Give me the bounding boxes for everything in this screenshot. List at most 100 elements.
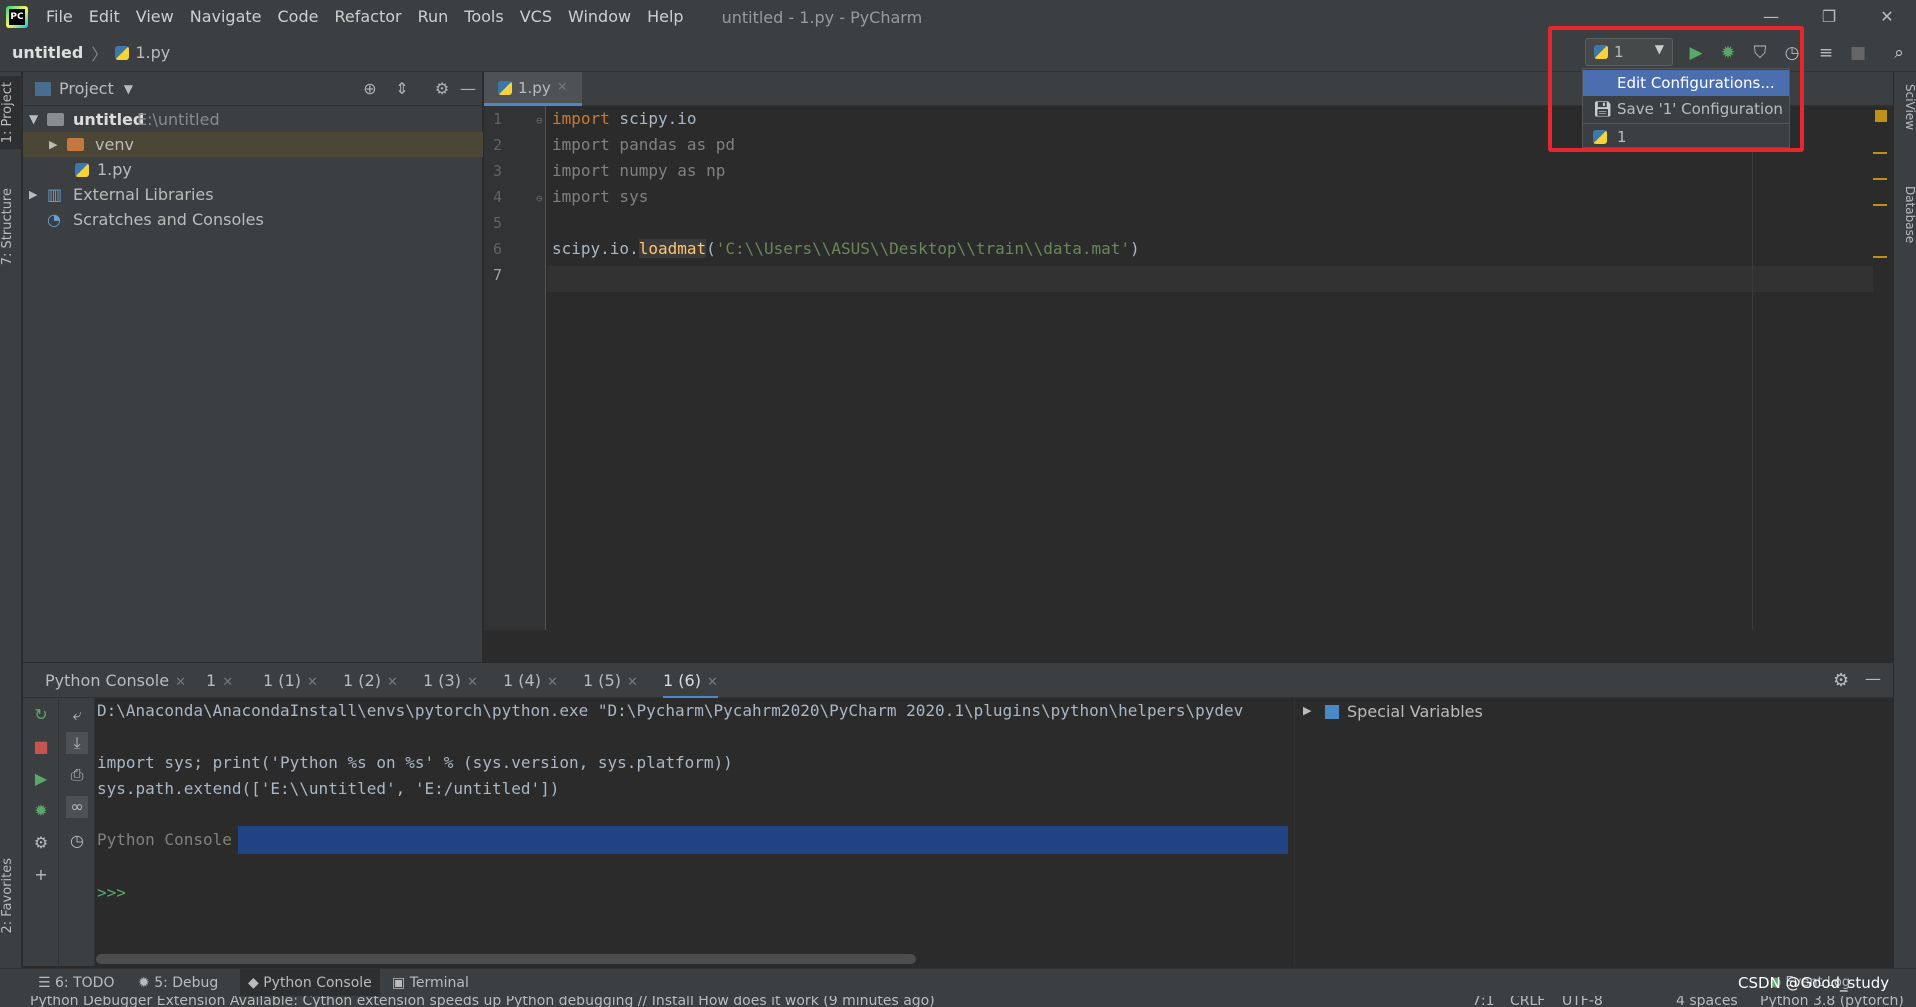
python-console-tool-button[interactable]: ◆ Python Console bbox=[240, 969, 380, 997]
chevron-down-icon[interactable]: ▼ bbox=[124, 82, 133, 96]
console-tab-python-console[interactable]: Python Console ✕ bbox=[45, 663, 186, 699]
locate-file-icon[interactable]: ⊕ bbox=[359, 78, 381, 100]
show-variables-icon[interactable]: ∞ bbox=[66, 796, 88, 818]
hide-panel-icon[interactable]: — bbox=[457, 78, 479, 100]
gear-icon[interactable]: ⚙ bbox=[1833, 670, 1849, 691]
collapsed-arrow-icon[interactable]: ▶ bbox=[49, 132, 57, 157]
caret-position[interactable]: 7:1 bbox=[1472, 996, 1495, 1007]
menu-code[interactable]: Code bbox=[270, 0, 327, 34]
project-tool-tab[interactable]: 1: Project bbox=[0, 76, 22, 150]
warning-indicator-icon[interactable] bbox=[1875, 110, 1887, 122]
console-tab-1[interactable]: 1 ✕ bbox=[206, 663, 233, 699]
console-tab-1-6[interactable]: 1 (6) ✕ bbox=[663, 663, 718, 699]
add-console-icon[interactable]: + bbox=[30, 864, 52, 886]
database-tool-tab[interactable]: Database bbox=[1894, 182, 1916, 247]
tree-item-1py[interactable]: 1.py bbox=[23, 157, 483, 182]
scroll-to-end-icon[interactable]: ⤓ bbox=[66, 732, 88, 754]
tree-item-path: E:\untitled bbox=[137, 110, 220, 129]
sciview-tool-tab[interactable]: SciView bbox=[1894, 80, 1916, 134]
collapse-all-icon[interactable]: ⇕ bbox=[391, 78, 413, 100]
tree-item-label: venv bbox=[95, 135, 134, 154]
tree-item-venv[interactable]: ▶ venv bbox=[23, 132, 483, 157]
project-panel-header: Project ▼ bbox=[23, 72, 482, 106]
red-highlight-box bbox=[1548, 26, 1804, 152]
breadcrumb-separator-icon: 〉 bbox=[91, 44, 108, 64]
menu-vcs[interactable]: VCS bbox=[512, 0, 560, 34]
debug-icon[interactable]: ✹ bbox=[30, 800, 52, 822]
warning-mark[interactable] bbox=[1873, 178, 1887, 180]
console-tab-1-1[interactable]: 1 (1) ✕ bbox=[263, 663, 318, 699]
collapsed-arrow-icon[interactable]: ▶ bbox=[29, 182, 37, 207]
console-prompt[interactable]: >>> bbox=[97, 880, 126, 906]
expanded-arrow-icon[interactable]: ▼ bbox=[29, 107, 38, 132]
python-file-icon bbox=[498, 80, 512, 95]
warning-mark[interactable] bbox=[1873, 256, 1887, 258]
python-file-icon bbox=[75, 163, 89, 177]
hide-panel-icon[interactable]: — bbox=[1865, 669, 1881, 688]
menu-file[interactable]: File bbox=[38, 0, 81, 34]
console-line: import sys; print('Python %s on %s' % (s… bbox=[97, 753, 733, 772]
console-line: D:\Anaconda\AnacondaInstall\envs\pytorch… bbox=[97, 701, 1244, 720]
console-tab-1-5[interactable]: 1 (5) ✕ bbox=[583, 663, 638, 699]
line-separator[interactable]: CRLF bbox=[1510, 996, 1545, 1007]
menu-view[interactable]: View bbox=[128, 0, 182, 34]
menu-window[interactable]: Window bbox=[560, 0, 639, 34]
code-editor[interactable]: import scipy.io import pandas as pd impo… bbox=[547, 106, 1893, 630]
indent-setting[interactable]: 4 spaces bbox=[1676, 996, 1738, 1007]
menu-tools[interactable]: Tools bbox=[456, 0, 511, 34]
settings-icon[interactable]: ⚙ bbox=[30, 832, 52, 854]
console-tab-1-4[interactable]: 1 (4) ✕ bbox=[503, 663, 558, 699]
stop-icon[interactable]: ■ bbox=[30, 736, 52, 758]
todo-tool-button[interactable]: ☰ 6: TODO bbox=[38, 969, 114, 997]
current-line-highlight bbox=[547, 266, 1893, 292]
warning-mark[interactable] bbox=[1873, 152, 1887, 154]
project-view-selector[interactable]: Project bbox=[59, 79, 114, 98]
fold-icon[interactable]: ⊖ bbox=[536, 192, 543, 205]
execute-icon[interactable]: ▶ bbox=[30, 768, 52, 790]
print-icon[interactable]: ⎙ bbox=[66, 764, 88, 786]
status-bar: Python Debugger Extension Available: Cyt… bbox=[0, 996, 1916, 1007]
gear-icon[interactable]: ⚙ bbox=[431, 78, 453, 100]
stop-icon[interactable]: ■ bbox=[1847, 42, 1869, 64]
special-variables-label[interactable]: Special Variables bbox=[1347, 702, 1483, 721]
restore-button[interactable]: ❐ bbox=[1800, 0, 1858, 34]
search-everywhere-icon[interactable]: ⌕ bbox=[1888, 42, 1910, 64]
breadcrumb-project[interactable]: untitled bbox=[12, 43, 83, 62]
line-number: 1 bbox=[492, 110, 502, 128]
warning-mark[interactable] bbox=[1873, 204, 1887, 206]
editor-tab-1py[interactable]: 1.py ✕ bbox=[484, 72, 582, 106]
close-tab-icon[interactable]: ✕ bbox=[557, 80, 568, 95]
menu-refactor[interactable]: Refactor bbox=[326, 0, 409, 34]
code-line-1: import scipy.io bbox=[552, 109, 697, 128]
menu-edit[interactable]: Edit bbox=[81, 0, 128, 34]
favorites-tool-tab[interactable]: 2: Favorites bbox=[0, 852, 22, 940]
rerun-icon[interactable]: ↻ bbox=[30, 704, 52, 726]
horizontal-scrollbar[interactable] bbox=[96, 954, 916, 964]
tree-item-label: External Libraries bbox=[73, 185, 214, 204]
status-message[interactable]: Python Debugger Extension Available: Cyt… bbox=[30, 996, 935, 1007]
structure-tool-tab[interactable]: 7: Structure bbox=[0, 182, 22, 271]
console-tab-bar: Python Console ✕ 1 ✕ 1 (1) ✕ 1 (2) ✕ 1 (3) ✕ … bbox=[23, 662, 1893, 699]
debug-tool-button[interactable]: ✹ 5: Debug bbox=[138, 969, 218, 997]
console-tab-1-3[interactable]: 1 (3) ✕ bbox=[423, 663, 478, 699]
file-encoding[interactable]: UTF-8 bbox=[1562, 996, 1603, 1007]
python-interpreter[interactable]: Python 3.8 (pytorch) bbox=[1760, 996, 1904, 1007]
soft-wrap-icon[interactable]: ⤶ bbox=[66, 704, 88, 726]
build-icon[interactable]: ≡ bbox=[1815, 42, 1837, 64]
fold-icon[interactable]: ⊖ bbox=[536, 114, 543, 127]
menu-help[interactable]: Help bbox=[639, 0, 691, 34]
tree-item-untitled[interactable]: ▼ untitled E:\untitled bbox=[23, 107, 483, 132]
tree-item-scratches[interactable]: ◔ Scratches and Consoles bbox=[23, 207, 483, 232]
terminal-tool-button[interactable]: ▣ Terminal bbox=[392, 969, 469, 997]
console-tab-1-2[interactable]: 1 (2) ✕ bbox=[343, 663, 398, 699]
library-icon: ▥ bbox=[47, 185, 63, 204]
menu-run[interactable]: Run bbox=[410, 0, 457, 34]
console-view-toolbar: ⤶ ⤓ ⎙ ∞ ◷ bbox=[59, 698, 95, 966]
close-button[interactable]: ✕ bbox=[1858, 0, 1916, 34]
breadcrumb-file[interactable]: 1.py bbox=[135, 43, 170, 62]
collapsed-arrow-icon[interactable]: ▶ bbox=[1303, 704, 1311, 717]
tree-item-external-libraries[interactable]: ▶ ▥ External Libraries bbox=[23, 182, 483, 207]
history-icon[interactable]: ◷ bbox=[66, 830, 88, 852]
console-line: Python Console bbox=[97, 830, 232, 849]
menu-navigate[interactable]: Navigate bbox=[182, 0, 270, 34]
